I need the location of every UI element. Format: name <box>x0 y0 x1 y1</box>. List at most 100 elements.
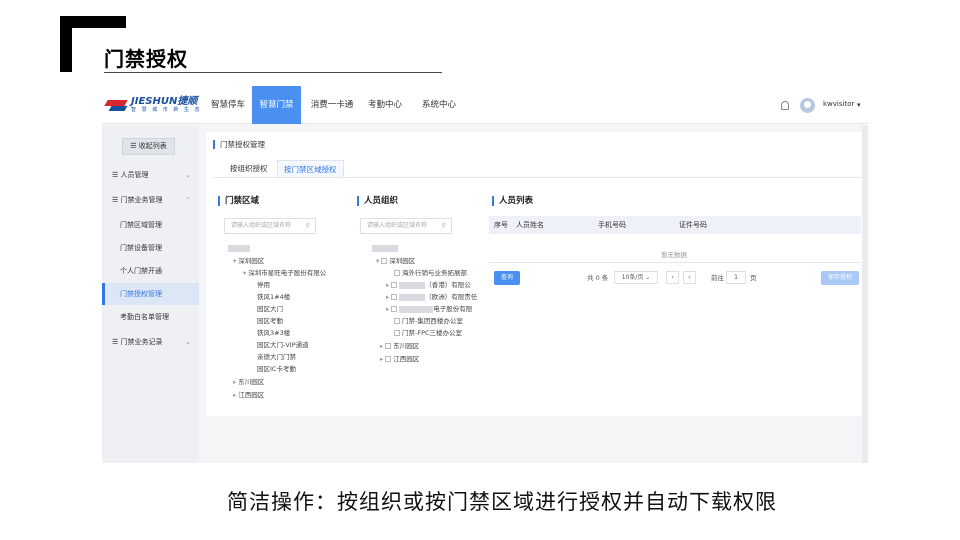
caret-right-icon: ▸ <box>233 378 237 386</box>
sidebar-item-people[interactable]: ☰ 人员管理 ⌄ <box>102 164 199 186</box>
prev-page-button[interactable]: ‹ <box>666 271 679 284</box>
tree-node[interactable]: 园区大门-VIP通道 <box>257 341 309 350</box>
redacted-block <box>399 281 426 289</box>
main-panel: 门禁授权管理 按组织授权 按门禁区域授权 门禁区域 请输入组织或区域名称 ⚲ ▾ 深… <box>206 132 868 416</box>
checkbox[interactable] <box>391 294 398 300</box>
checkbox[interactable] <box>385 356 392 362</box>
checkbox[interactable] <box>381 258 388 264</box>
username[interactable]: kwvisitor <box>823 100 854 108</box>
sidebar-item-label: 门禁业务管理 <box>120 196 163 204</box>
people-table-header: 序号 人员姓名 手机号码 证件号码 <box>489 216 861 234</box>
search-icon[interactable]: ⚲ <box>306 219 310 233</box>
tree-node[interactable]: ▸ （欧洲）有限责任 <box>386 293 477 302</box>
search-icon[interactable]: ⚲ <box>442 219 446 233</box>
tree-node[interactable]: 园区考勤 <box>257 317 283 326</box>
sidebar-item-auth-manage[interactable]: 门禁授权管理 <box>102 283 199 305</box>
chevron-up-icon: ⌃ <box>185 196 191 204</box>
collapse-list-button[interactable]: ☰ 收起列表 <box>122 138 175 155</box>
people-section-title: 人员列表 <box>492 196 533 206</box>
sidebar-item-label: 门禁业务记录 <box>120 338 163 346</box>
page-unit-label: 页 <box>750 274 757 282</box>
org-search-input[interactable]: 请输入组织或区域名称 ⚲ <box>360 218 452 234</box>
tree-node-root[interactable] <box>228 244 250 253</box>
tree-node[interactable]: 门禁-FPC三楼办公室 <box>394 329 462 338</box>
nav-attendance[interactable]: 考勤中心 <box>364 86 406 124</box>
chevron-down-icon: ⌄ <box>185 338 191 346</box>
tree-node[interactable]: 铁风1#4楼 <box>257 293 290 302</box>
tree-node[interactable]: ▾ 深圳园区 <box>376 257 415 266</box>
caret-right-icon: ▸ <box>233 391 237 399</box>
caret-right-icon: ▸ <box>386 281 390 289</box>
page-size-select[interactable]: 10条/页 ⌄ <box>614 271 658 284</box>
nav-system[interactable]: 系统中心 <box>418 86 460 124</box>
sidebar-item-records[interactable]: ☰ 门禁业务记录 ⌄ <box>102 331 199 353</box>
nav-smart-parking[interactable]: 智慧停车 <box>208 86 248 124</box>
area-search-input[interactable]: 请输入组织或区域名称 ⚲ <box>224 218 316 234</box>
tree-node-root[interactable] <box>372 244 398 253</box>
checkbox[interactable] <box>394 330 400 336</box>
next-page-button[interactable]: › <box>683 271 696 284</box>
logo-mark-icon <box>104 99 128 113</box>
tree-node[interactable]: ▸ 东川园区 <box>380 342 419 351</box>
nav-smart-access[interactable]: 智慧门禁 <box>252 86 301 124</box>
caret-down-icon: ▾ <box>233 257 237 265</box>
caret-right-icon: ▸ <box>386 293 390 301</box>
tab-by-area[interactable]: 按门禁区域授权 <box>277 160 344 178</box>
sidebar-item-label: 人员管理 <box>120 171 149 179</box>
tree-node[interactable]: 园区IC卡考勤 <box>257 365 296 374</box>
logo-tagline: 智 慧 城 市 新 生 态 <box>131 107 202 113</box>
app-screenshot: JIESHUN捷顺 智 慧 城 市 新 生 态 智慧停车 智慧门禁 消费一卡通 … <box>102 86 868 463</box>
tree-node[interactable]: ▸ 江西园区 <box>380 355 419 364</box>
bell-icon[interactable] <box>781 101 789 110</box>
redacted-block <box>372 244 398 252</box>
slide: 门禁授权 JIESHUN捷顺 智 慧 城 市 新 生 态 智慧停车 智慧门禁 消… <box>0 0 960 540</box>
caret-right-icon: ▸ <box>380 342 384 350</box>
tree-node[interactable]: 门禁-集团西楼办公室 <box>394 317 463 326</box>
tree-node[interactable]: 铁风3#3楼 <box>257 329 290 338</box>
checkbox[interactable] <box>394 318 400 324</box>
search-placeholder: 请输入组织或区域名称 <box>231 222 292 229</box>
scrollbar-track[interactable] <box>862 126 868 463</box>
breadcrumb: 门禁授权管理 <box>213 140 265 149</box>
sidebar-item-device-manage[interactable]: 门禁设备管理 <box>102 237 199 259</box>
page-number-input[interactable]: 1 <box>726 271 746 284</box>
tree-node[interactable]: ▾ 深圳市星旺电子股份有限公 <box>243 269 326 278</box>
tree-node[interactable]: 亲德大门门禁 <box>257 353 296 362</box>
tab-by-org[interactable]: 按组织授权 <box>224 160 274 178</box>
checkbox[interactable] <box>391 282 398 288</box>
nav-card-consumption[interactable]: 消费一卡通 <box>306 86 358 124</box>
redacted-block <box>399 305 434 313</box>
sidebar-item-personal-open[interactable]: 个人门禁开通 <box>102 260 199 282</box>
search-placeholder: 请输入组织或区域名称 <box>367 222 428 229</box>
caret-right-icon: ▸ <box>386 305 390 313</box>
tree-node[interactable]: ▸ 东川园区 <box>233 378 264 387</box>
tree-node[interactable]: ▸ 江西园区 <box>233 391 264 400</box>
tree-node[interactable]: ▾ 深圳园区 <box>233 257 264 266</box>
sidebar-item-whitelist[interactable]: 考勤白名单管理 <box>102 306 199 328</box>
org-section-title: 人员组织 <box>357 196 398 206</box>
save-auth-button[interactable]: 保存授权 <box>821 271 859 285</box>
caret-down-icon: ▾ <box>376 257 380 265</box>
avatar[interactable] <box>800 98 815 113</box>
col-id: 证件号码 <box>679 221 707 229</box>
redacted-block <box>399 293 426 301</box>
title-bracket-horizontal <box>60 16 126 28</box>
tree-node[interactable]: 园区大门 <box>257 305 283 314</box>
chevron-down-icon: ⌄ <box>185 171 191 179</box>
checkbox[interactable] <box>385 343 392 349</box>
checkbox[interactable] <box>394 270 400 276</box>
sidebar: ☰ 收起列表 ☰ 人员管理 ⌄ ☰ 门禁业务管理 ⌃ 门禁区域管理 门禁设备管理 个… <box>102 126 199 463</box>
checkbox[interactable] <box>391 306 398 312</box>
app-logo[interactable]: JIESHUN捷顺 智 慧 城 市 新 生 态 <box>104 96 202 114</box>
sidebar-item-area-manage[interactable]: 门禁区域管理 <box>102 214 199 236</box>
top-navbar: JIESHUN捷顺 智 慧 城 市 新 生 态 智慧停车 智慧门禁 消费一卡通 … <box>102 86 868 124</box>
caret-down-icon: ▾ <box>243 269 247 277</box>
chevron-down-icon[interactable]: ▾ <box>857 101 861 109</box>
sidebar-item-access-business[interactable]: ☰ 门禁业务管理 ⌃ <box>102 189 199 211</box>
tree-node[interactable]: 停用 <box>257 281 270 290</box>
tree-node[interactable]: 海外行销与业务拓展部 <box>394 269 467 278</box>
query-button[interactable]: 查询 <box>494 271 520 285</box>
logo-name: JIESHUN捷顺 <box>131 96 198 107</box>
tree-node[interactable]: ▸ 电子股份有限 <box>386 305 472 314</box>
tree-node[interactable]: ▸ （香港）有限公 <box>386 281 471 290</box>
